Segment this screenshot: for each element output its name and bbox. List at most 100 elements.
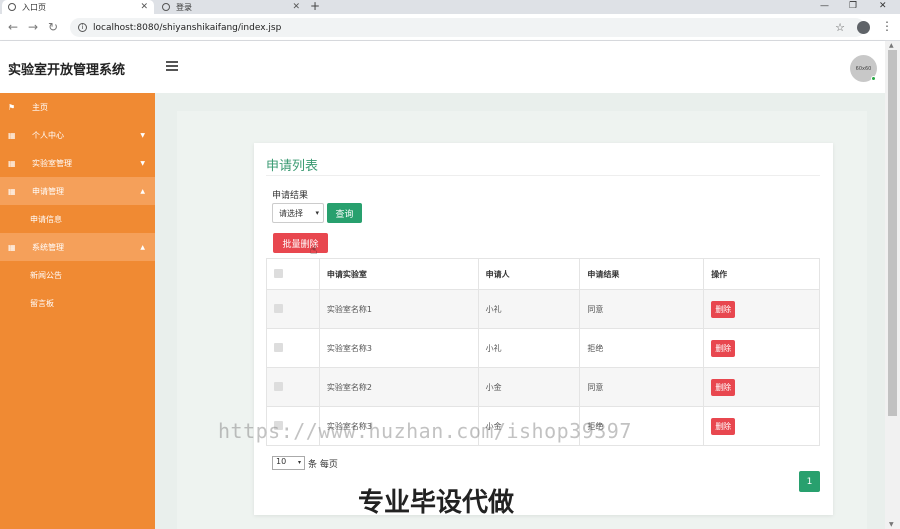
sidebar-item-lab-management[interactable]: ▦ 实验室管理 ▼	[0, 149, 155, 177]
sidebar-item-label: 申请管理	[32, 186, 64, 196]
globe-icon	[8, 3, 16, 11]
sidebar-item-label: 个人中心	[32, 130, 64, 140]
app-header: 实验室开放管理系统 60x60	[0, 41, 885, 93]
batch-delete-button[interactable]: 批量删除	[273, 233, 328, 253]
browser-tab-active[interactable]: 入口页 ✕	[2, 0, 154, 14]
delete-button[interactable]: 删除	[711, 300, 736, 318]
browser-tab-bar: 入口页 ✕ 登录 ✕ + — ❐ ✕	[0, 0, 900, 14]
sidebar-item-label: 申请信息	[30, 214, 62, 224]
delete-button[interactable]: 删除	[711, 378, 736, 396]
table-row: 实验室名称1 小礼 同意 删除	[266, 289, 820, 329]
sidebar-item-message-board[interactable]: 留言板	[0, 289, 155, 317]
applicant-cell: 小礼	[477, 328, 581, 368]
row-checkbox[interactable]	[274, 303, 283, 313]
lab-cell: 实验室名称1	[318, 289, 479, 329]
browser-tab[interactable]: 登录 ✕	[156, 0, 306, 14]
page-size-select[interactable]: 10 ▾	[272, 456, 305, 470]
page-size-value: 10	[276, 457, 287, 466]
sidebar-item-label: 系统管理	[32, 242, 64, 252]
sidebar-item-news[interactable]: 新闻公告	[0, 261, 155, 289]
lab-cell: 实验室名称2	[318, 367, 479, 407]
hamburger-menu-icon[interactable]	[166, 61, 178, 73]
query-button[interactable]: 查询	[327, 203, 362, 223]
action-cell: 删除	[703, 367, 820, 407]
scrollbar-thumb[interactable]	[888, 50, 897, 416]
sidebar-item-profile[interactable]: ▦ 个人中心 ▼	[0, 121, 155, 149]
action-cell: 删除	[703, 289, 820, 329]
scroll-up-icon[interactable]: ▲	[889, 42, 894, 49]
tab-title: 登录	[176, 2, 192, 12]
avatar-text: 60x60	[855, 65, 872, 72]
restore-icon[interactable]: ❐	[849, 0, 857, 12]
lab-cell: 实验室名称3	[318, 328, 479, 368]
back-icon[interactable]: ←	[8, 20, 18, 34]
grid-icon: ▦	[8, 130, 16, 140]
sidebar-item-home[interactable]: ⚑ 主页	[0, 93, 155, 121]
bookmark-star-icon[interactable]: ☆	[835, 21, 845, 34]
avatar[interactable]: 60x60	[850, 55, 877, 82]
account-icon[interactable]	[857, 21, 870, 34]
new-tab-button[interactable]: +	[310, 0, 320, 13]
divider	[266, 175, 820, 176]
row-select-cell	[266, 367, 320, 407]
page-size-control: 10 ▾ 条 每页	[272, 456, 338, 470]
row-select-cell	[266, 289, 320, 329]
sidebar-item-label: 主页	[32, 102, 48, 112]
application-table: 申请实验室 申请人 申请结果 操作 实验室名称1 小礼 同意 删除 实验室名称3…	[266, 258, 820, 446]
close-icon[interactable]: ✕	[140, 2, 148, 12]
grid-icon: ▦	[8, 158, 16, 168]
vertical-scrollbar[interactable]: ▲ ▼	[885, 41, 900, 529]
reload-icon[interactable]: ↻	[48, 20, 58, 34]
action-cell: 删除	[703, 406, 820, 446]
table-row: 实验室名称2 小金 同意 删除	[266, 367, 820, 407]
url-text: localhost:8080/shiyanshikaifang/index.js…	[93, 22, 282, 33]
chevron-up-icon: ▲	[140, 243, 145, 251]
menu-kebab-icon[interactable]: ⋮	[881, 19, 893, 33]
window-close-icon[interactable]: ✕	[879, 0, 887, 12]
result-cell: 拒绝	[579, 328, 705, 368]
close-icon[interactable]: ✕	[292, 2, 300, 12]
scroll-down-icon[interactable]: ▼	[889, 521, 894, 528]
list-card: 申请列表 申请结果 请选择 ▾ 查询 批量删除 ☝ 申请实验室 申请人 申请结果…	[254, 143, 833, 515]
sidebar-item-application-management[interactable]: ▦ 申请管理 ▲	[0, 177, 155, 205]
result-cell: 同意	[579, 367, 705, 407]
table-header-row: 申请实验室 申请人 申请结果 操作	[266, 258, 820, 290]
delete-button[interactable]: 删除	[711, 417, 736, 435]
minimize-icon[interactable]: —	[820, 0, 829, 12]
address-bar: ← → ↻ i localhost:8080/shiyanshikaifang/…	[0, 14, 900, 41]
url-field[interactable]: i localhost:8080/shiyanshikaifang/index.…	[70, 18, 865, 37]
table-row: 实验室名称3 小礼 拒绝 删除	[266, 328, 820, 368]
grid-icon: ▦	[8, 186, 16, 196]
pagination-page-button[interactable]: 1	[799, 471, 820, 492]
page-title: 申请列表	[266, 159, 319, 174]
sidebar-item-application-info[interactable]: 申请信息	[0, 205, 155, 233]
row-checkbox[interactable]	[274, 342, 283, 352]
hand-cursor-icon: ☝	[310, 243, 318, 257]
chevron-down-icon: ▼	[140, 131, 145, 139]
info-icon[interactable]: i	[78, 23, 87, 32]
forward-icon[interactable]: →	[28, 20, 38, 34]
chevron-down-icon: ▾	[297, 459, 301, 466]
action-cell: 删除	[703, 328, 820, 368]
page-size-suffix: 条 每页	[308, 459, 338, 470]
globe-icon	[162, 3, 170, 11]
sidebar-item-label: 新闻公告	[30, 270, 62, 280]
applicant-cell: 小金	[477, 367, 581, 407]
result-select[interactable]: 请选择 ▾	[272, 203, 324, 223]
column-header: 申请结果	[579, 258, 705, 290]
select-all-cell	[266, 258, 320, 290]
sidebar: ⚑ 主页 ▦ 个人中心 ▼ ▦ 实验室管理 ▼ ▦ 申请管理 ▲ 申请信息 ▦ …	[0, 93, 155, 529]
sidebar-item-system-management[interactable]: ▦ 系统管理 ▲	[0, 233, 155, 261]
watermark-url: https://www.huzhan.com/ishop39397	[218, 419, 632, 443]
chevron-down-icon: ▼	[140, 159, 145, 167]
column-header: 申请人	[477, 258, 581, 290]
filter-label: 申请结果	[272, 191, 309, 201]
chevron-up-icon: ▲	[140, 187, 145, 195]
online-status-dot	[871, 76, 876, 81]
sidebar-item-label: 实验室管理	[32, 158, 72, 168]
row-checkbox[interactable]	[274, 381, 283, 391]
tab-title: 入口页	[22, 2, 46, 12]
select-all-checkbox[interactable]	[274, 268, 283, 278]
chevron-down-icon: ▾	[315, 209, 319, 217]
delete-button[interactable]: 删除	[711, 339, 736, 357]
